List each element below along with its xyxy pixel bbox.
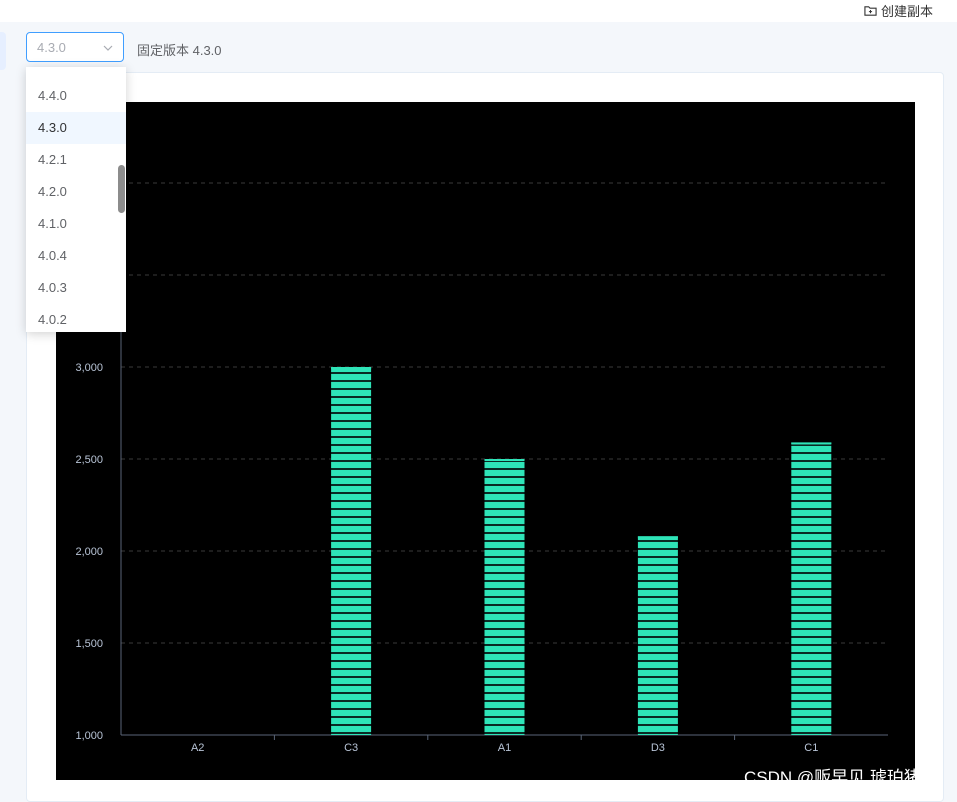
dropdown-option[interactable]: 4.2.1 [26, 144, 126, 176]
y-tick-label: 1,500 [75, 638, 103, 650]
side-tab-edge[interactable] [0, 32, 6, 70]
create-copy-label: 创建副本 [880, 4, 933, 19]
create-copy-button[interactable]: 创建副本 [864, 1, 933, 20]
bar-cap [484, 459, 525, 461]
chart-area: 1,000 1,500 2,000 2,500 3,000 A2 C3 A1 D3 C1 [56, 102, 915, 780]
dropdown-option[interactable]: 4.0.2 [26, 304, 126, 332]
bar-cap [331, 367, 372, 369]
bar-cap [637, 536, 678, 539]
chevron-down-icon [103, 45, 113, 51]
x-tick-label: A2 [191, 742, 204, 754]
bar-chart: 1,000 1,500 2,000 2,500 3,000 A2 C3 A1 D3 C1 [75, 132, 888, 754]
bar[interactable] [637, 536, 678, 735]
x-tick-label: C3 [344, 742, 358, 754]
bar[interactable] [331, 367, 372, 735]
version-select[interactable]: 4.3.0 [26, 32, 124, 62]
y-tick-label: 3,000 [75, 362, 103, 374]
bar[interactable] [484, 459, 525, 735]
x-tick-label: C1 [804, 742, 818, 754]
version-dropdown: 4.4.0 4.3.0 4.2.1 4.2.0 4.1.0 4.0.4 4.0.3 4.0.2 [26, 67, 126, 332]
bar-cap [791, 442, 832, 445]
x-tick-label: A1 [498, 742, 511, 754]
dropdown-option[interactable]: 4.0.3 [26, 272, 126, 304]
dropdown-option[interactable]: 4.0.4 [26, 240, 126, 272]
bar[interactable] [791, 442, 832, 735]
dropdown-scrollbar[interactable] [118, 165, 125, 213]
version-select-value: 4.3.0 [37, 40, 66, 55]
watermark: CSDN @贩早见.琥珀猪 [744, 768, 921, 787]
dropdown-option[interactable]: 4.4.0 [26, 80, 126, 112]
fixed-version-label: 固定版本 4.3.0 [137, 43, 222, 58]
folder-icon [864, 6, 877, 16]
dropdown-option[interactable]: 4.1.0 [26, 208, 126, 240]
y-tick-label: 1,000 [75, 730, 103, 742]
dropdown-option[interactable]: 4.2.0 [26, 176, 126, 208]
top-bar: 创建副本 [0, 0, 957, 22]
dropdown-option[interactable]: 4.3.0 [26, 112, 126, 144]
y-tick-label: 2,000 [75, 546, 103, 558]
x-tick-label: D3 [651, 742, 665, 754]
y-tick-label: 2,500 [75, 454, 103, 466]
